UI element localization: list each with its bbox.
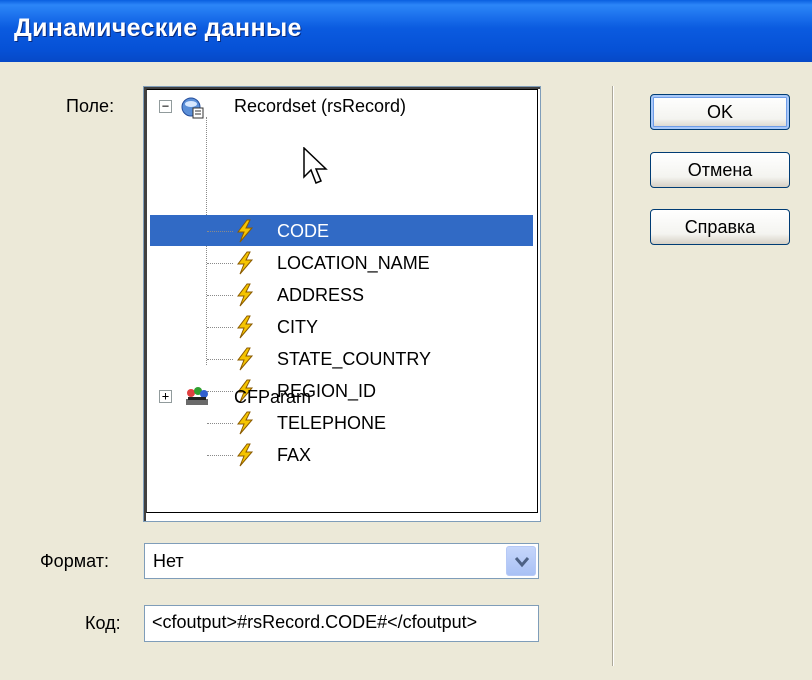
ok-button[interactable]: OK (650, 94, 790, 130)
tree-item-field[interactable]: FAX (277, 439, 311, 471)
format-value: Нет (153, 551, 184, 571)
field-bolt-icon (237, 347, 254, 371)
field-bolt-icon (237, 283, 254, 307)
tree-connector (207, 327, 233, 328)
tree-item-field[interactable]: ADDRESS (277, 279, 364, 311)
tree-connector (207, 231, 233, 232)
field-label: Поле: (66, 96, 115, 116)
field-bolt-icon (237, 315, 254, 339)
tree-connector (207, 359, 233, 360)
separator (612, 86, 614, 666)
tree-connector (207, 295, 233, 296)
tree-item-field[interactable]: LOCATION_NAME (277, 247, 430, 279)
collapse-icon[interactable]: − (159, 100, 172, 113)
tree-connector (207, 455, 233, 456)
tree-item-cfparam[interactable]: CFParam (234, 381, 311, 413)
chevron-down-icon (515, 557, 529, 568)
field-bolt-icon (237, 443, 254, 467)
tree-connector (207, 423, 233, 424)
code-field[interactable] (145, 606, 538, 639)
tree-item-field[interactable]: CODE (277, 215, 329, 247)
cancel-button[interactable]: Отмена (650, 152, 790, 188)
format-label: Формат: (40, 551, 109, 571)
mouse-cursor-icon (303, 147, 328, 184)
dropdown-button[interactable] (506, 546, 536, 576)
tree-connector (207, 263, 233, 264)
field-tree[interactable]: − Recordset (rsRecord) CODE LOCATION_NAME… (143, 86, 541, 522)
code-field-box (144, 605, 539, 642)
tree-item-recordset[interactable]: Recordset (rsRecord) (234, 90, 406, 122)
field-bolt-icon (237, 411, 254, 435)
tree-connector (207, 391, 233, 392)
title-bar[interactable]: Динамические данные (0, 0, 812, 62)
tree-item-field[interactable]: CITY (277, 311, 318, 343)
window-title: Динамические данные (14, 14, 302, 42)
code-label: Код: (85, 613, 121, 633)
tree-item-field[interactable]: STATE_COUNTRY (277, 343, 431, 375)
format-select[interactable]: Нет (144, 543, 539, 579)
recordset-icon (181, 97, 204, 119)
field-bolt-icon (237, 251, 254, 275)
field-bolt-icon (237, 219, 254, 243)
help-button[interactable]: Справка (650, 209, 790, 245)
cfparam-icon (186, 387, 208, 405)
expand-icon[interactable]: + (159, 390, 172, 403)
